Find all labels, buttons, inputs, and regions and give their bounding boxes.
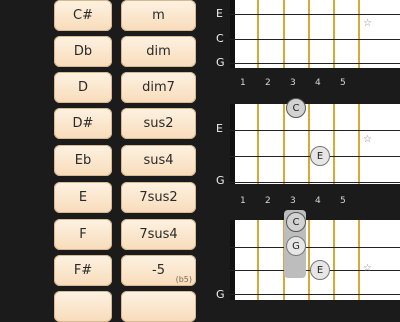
fret-line: [358, 0, 360, 68]
root-button-f[interactable]: F: [54, 219, 112, 250]
string-line: [230, 294, 400, 295]
root-label: E: [78, 190, 88, 205]
type-label: dim7: [142, 80, 175, 95]
type-button-7sus4[interactable]: 7sus4: [121, 219, 196, 250]
type-label: 7sus4: [139, 227, 178, 242]
type-button-sus2[interactable]: sus2: [121, 108, 196, 139]
string-line: [230, 63, 400, 64]
fret-line: [358, 104, 360, 184]
fret-number: 2: [265, 78, 271, 88]
star-icon: ☆: [363, 263, 372, 274]
root-button-e[interactable]: E: [54, 182, 112, 213]
fret-number: 3: [290, 78, 296, 88]
type-button-dim[interactable]: dim: [121, 36, 196, 67]
fret-line: [283, 104, 285, 184]
string-label: G: [216, 56, 225, 69]
type-label: 7sus2: [139, 190, 178, 205]
string-label: E: [216, 122, 223, 135]
root-button-f-sharp[interactable]: F#: [54, 255, 112, 286]
type-label: sus2: [143, 116, 174, 131]
type-label: m: [152, 8, 165, 23]
root-label: D: [77, 80, 88, 95]
type-button-dim7[interactable]: dim7: [121, 72, 196, 103]
fret-line: [257, 104, 259, 184]
fret-number: 2: [265, 196, 271, 206]
root-label: Eb: [74, 153, 92, 168]
string-label: C: [216, 32, 224, 45]
type-button-m[interactable]: m: [121, 0, 196, 31]
root-label: D#: [72, 116, 94, 131]
string-label: G: [216, 174, 225, 187]
fret-line: [333, 104, 335, 184]
note-dot[interactable]: C: [286, 98, 306, 118]
root-button-d-flat[interactable]: Db: [54, 36, 112, 67]
root-label: F: [79, 227, 87, 242]
fret-line: [257, 0, 259, 68]
type-button-flat5[interactable]: -5 (b5): [121, 255, 196, 286]
fretboard: ☆: [230, 0, 400, 68]
root-button-partial[interactable]: [54, 291, 112, 322]
string-line: [230, 39, 400, 40]
string-line: [230, 247, 400, 248]
root-button-d-sharp[interactable]: D#: [54, 108, 112, 139]
fretboard: ☆: [230, 104, 400, 184]
fret-number: 5: [340, 78, 346, 88]
fret-number: 1: [240, 196, 246, 206]
root-button-c-sharp[interactable]: C#: [54, 0, 112, 31]
type-button-sus4[interactable]: sus4: [121, 145, 196, 176]
star-icon: ☆: [363, 18, 372, 29]
fret-line: [257, 220, 259, 300]
fret-number: 1: [240, 78, 246, 88]
root-label: C#: [73, 8, 93, 23]
note-dot[interactable]: E: [310, 146, 330, 166]
string-line: [230, 14, 400, 15]
fret-line: [308, 104, 310, 184]
type-button-7sus2[interactable]: 7sus2: [121, 182, 196, 213]
root-button-d[interactable]: D: [54, 72, 112, 103]
string-line: [230, 182, 400, 183]
fret-number: 4: [315, 78, 321, 88]
string-label: E: [216, 7, 223, 20]
note-dot[interactable]: G: [286, 236, 306, 256]
nut: [230, 104, 235, 184]
fret-line: [308, 0, 310, 68]
fret-number: 5: [340, 196, 346, 206]
type-sublabel: (b5): [175, 275, 192, 284]
type-label: sus4: [143, 153, 174, 168]
fret-line: [333, 220, 335, 300]
type-button-partial[interactable]: [121, 291, 196, 322]
chord-diagram-2: ☆ E G C E: [210, 98, 400, 187]
root-label: Db: [73, 44, 93, 59]
fret-number: 3: [290, 196, 296, 206]
root-label: F#: [73, 263, 93, 278]
string-line: [230, 130, 400, 131]
fret-line: [308, 220, 310, 300]
fret-line: [283, 0, 285, 68]
note-dot[interactable]: C: [286, 212, 306, 232]
fret-line: [358, 220, 360, 300]
root-button-e-flat[interactable]: Eb: [54, 145, 112, 176]
chord-diagram-3: ☆ C G E G: [210, 210, 400, 301]
nut: [230, 220, 235, 300]
nut: [230, 0, 235, 68]
note-dot[interactable]: E: [310, 260, 330, 280]
chord-diagram-1: ☆ E C G: [210, 0, 400, 70]
string-label: G: [216, 288, 225, 301]
fret-number: 4: [315, 196, 321, 206]
type-label: -5: [152, 263, 165, 278]
star-icon: ☆: [363, 134, 372, 145]
fret-numbers: 1 2 3 4 5: [210, 78, 400, 90]
fret-numbers: 1 2 3 4 5: [210, 196, 400, 208]
fret-line: [333, 0, 335, 68]
type-label: dim: [146, 44, 171, 59]
